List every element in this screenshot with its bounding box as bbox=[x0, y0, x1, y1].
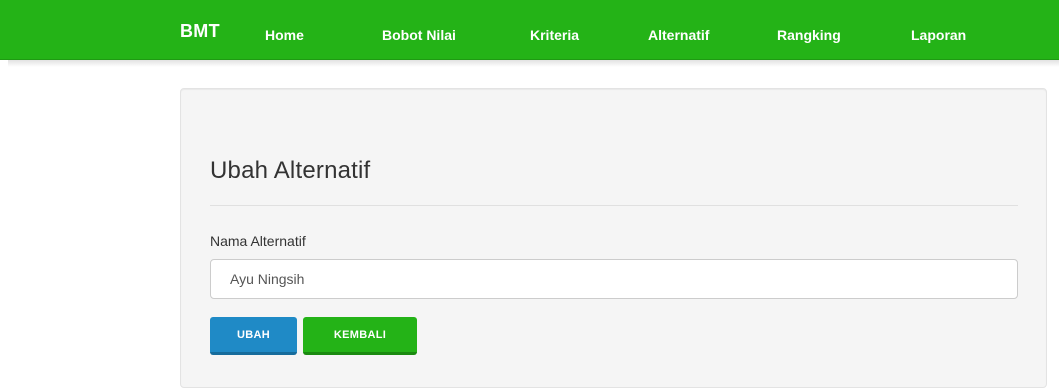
nav-link-alternatif[interactable]: Alternatif bbox=[648, 27, 709, 43]
nav-link-laporan[interactable]: Laporan bbox=[911, 27, 966, 43]
page-title: Ubah Alternatif bbox=[210, 157, 371, 184]
nama-alternatif-input[interactable] bbox=[210, 259, 1018, 299]
nav-link-bobot-nilai[interactable]: Bobot Nilai bbox=[382, 27, 456, 43]
brand-logo[interactable]: BMT bbox=[180, 21, 220, 42]
nama-alternatif-label: Nama Alternatif bbox=[210, 233, 306, 249]
nav-link-kriteria[interactable]: Kriteria bbox=[530, 27, 579, 43]
navbar-shadow bbox=[8, 60, 1059, 67]
nav-link-home[interactable]: Home bbox=[265, 27, 304, 43]
nav-link-rangking[interactable]: Rangking bbox=[777, 27, 841, 43]
title-divider bbox=[210, 205, 1018, 206]
kembali-button[interactable]: KEMBALI bbox=[303, 317, 417, 355]
ubah-button[interactable]: UBAH bbox=[210, 317, 297, 355]
top-navbar: BMT Home Bobot Nilai Kriteria Alternatif… bbox=[0, 0, 1059, 60]
